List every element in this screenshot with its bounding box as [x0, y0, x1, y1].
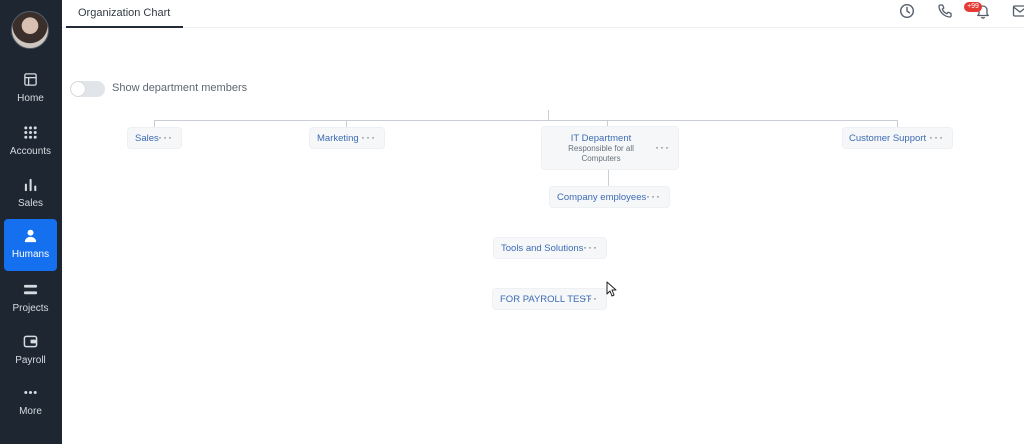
connector-line	[897, 120, 898, 127]
org-node-customer-support[interactable]: Customer Support ···	[842, 127, 953, 149]
connector-line	[346, 120, 347, 127]
node-title: Customer Support	[849, 132, 927, 144]
wallet-icon	[23, 335, 38, 348]
tab-organization-chart[interactable]: Organization Chart	[66, 0, 183, 28]
sidebar-item-accounts[interactable]: Accounts	[4, 116, 57, 168]
sidebar-item-home[interactable]: Home	[4, 63, 57, 115]
org-node-tools-and-solutions[interactable]: Tools and Solutions ···	[493, 237, 607, 259]
node-menu-button[interactable]: ···	[583, 292, 598, 304]
sidebar-item-label: Home	[17, 93, 44, 104]
connector-line	[608, 170, 609, 186]
node-menu-button[interactable]: ···	[655, 141, 670, 153]
org-node-sales[interactable]: Sales ···	[127, 127, 182, 149]
show-members-toggle[interactable]	[70, 81, 105, 97]
connector-line	[154, 120, 898, 121]
sidebar-item-label: Payroll	[15, 355, 46, 366]
org-node-company-employees[interactable]: Company employees ···	[549, 186, 670, 208]
node-title: Tools and Solutions	[501, 242, 584, 254]
show-members-label: Show department members	[112, 82, 248, 94]
mouse-cursor-icon	[606, 281, 617, 297]
mail-icon[interactable]	[1012, 3, 1024, 19]
list-icon	[23, 284, 38, 295]
sidebar-item-sales[interactable]: Sales	[4, 168, 57, 220]
org-node-it-department[interactable]: IT Department Responsible for all Comput…	[541, 126, 679, 170]
phone-icon[interactable]	[937, 3, 953, 19]
sidebar-item-more[interactable]: More	[4, 376, 57, 428]
user-icon	[24, 229, 37, 243]
connector-line	[548, 110, 549, 120]
node-menu-button[interactable]: ···	[361, 131, 376, 143]
clock-icon[interactable]	[899, 3, 915, 19]
org-node-marketing[interactable]: Marketing ···	[309, 127, 385, 149]
sidebar-item-humans[interactable]: Humans	[4, 219, 57, 271]
node-menu-button[interactable]: ···	[929, 131, 944, 143]
node-content: IT Department Responsible for all Comput…	[557, 133, 645, 164]
node-title: Sales	[135, 132, 159, 144]
node-title: FOR PAYROLL TEST	[500, 293, 592, 305]
bar-chart-icon	[24, 178, 37, 192]
sidebar-item-payroll[interactable]: Payroll	[4, 325, 57, 377]
node-title: IT Department	[570, 132, 632, 144]
grid-icon	[24, 126, 37, 139]
node-menu-button[interactable]: ···	[583, 241, 598, 253]
org-node-for-payroll-test[interactable]: FOR PAYROLL TEST ···	[492, 288, 607, 310]
user-avatar[interactable]	[11, 11, 49, 49]
sidebar-item-projects[interactable]: Projects	[4, 273, 57, 325]
layout-icon	[24, 73, 37, 86]
sidebar-item-label: Projects	[12, 303, 49, 314]
node-title: Company employees	[557, 191, 647, 203]
sidebar-item-label: Humans	[11, 249, 50, 260]
notification-badge: +99	[964, 2, 982, 12]
sidebar-item-label: Sales	[17, 198, 43, 209]
toggle-knob	[71, 82, 85, 96]
sidebar: Home Accounts Sales Humans Projects Payr…	[0, 0, 62, 444]
sidebar-item-label: More	[19, 406, 42, 417]
sidebar-item-label: Accounts	[9, 146, 52, 157]
ellipsis-icon	[24, 391, 37, 394]
connector-line	[154, 120, 155, 127]
top-bar: Organization Chart	[62, 0, 1024, 28]
node-menu-button[interactable]: ···	[158, 131, 173, 143]
node-title: Marketing	[317, 132, 359, 144]
node-description: Responsible for all Computers	[568, 143, 634, 163]
node-menu-button[interactable]: ···	[646, 190, 661, 202]
